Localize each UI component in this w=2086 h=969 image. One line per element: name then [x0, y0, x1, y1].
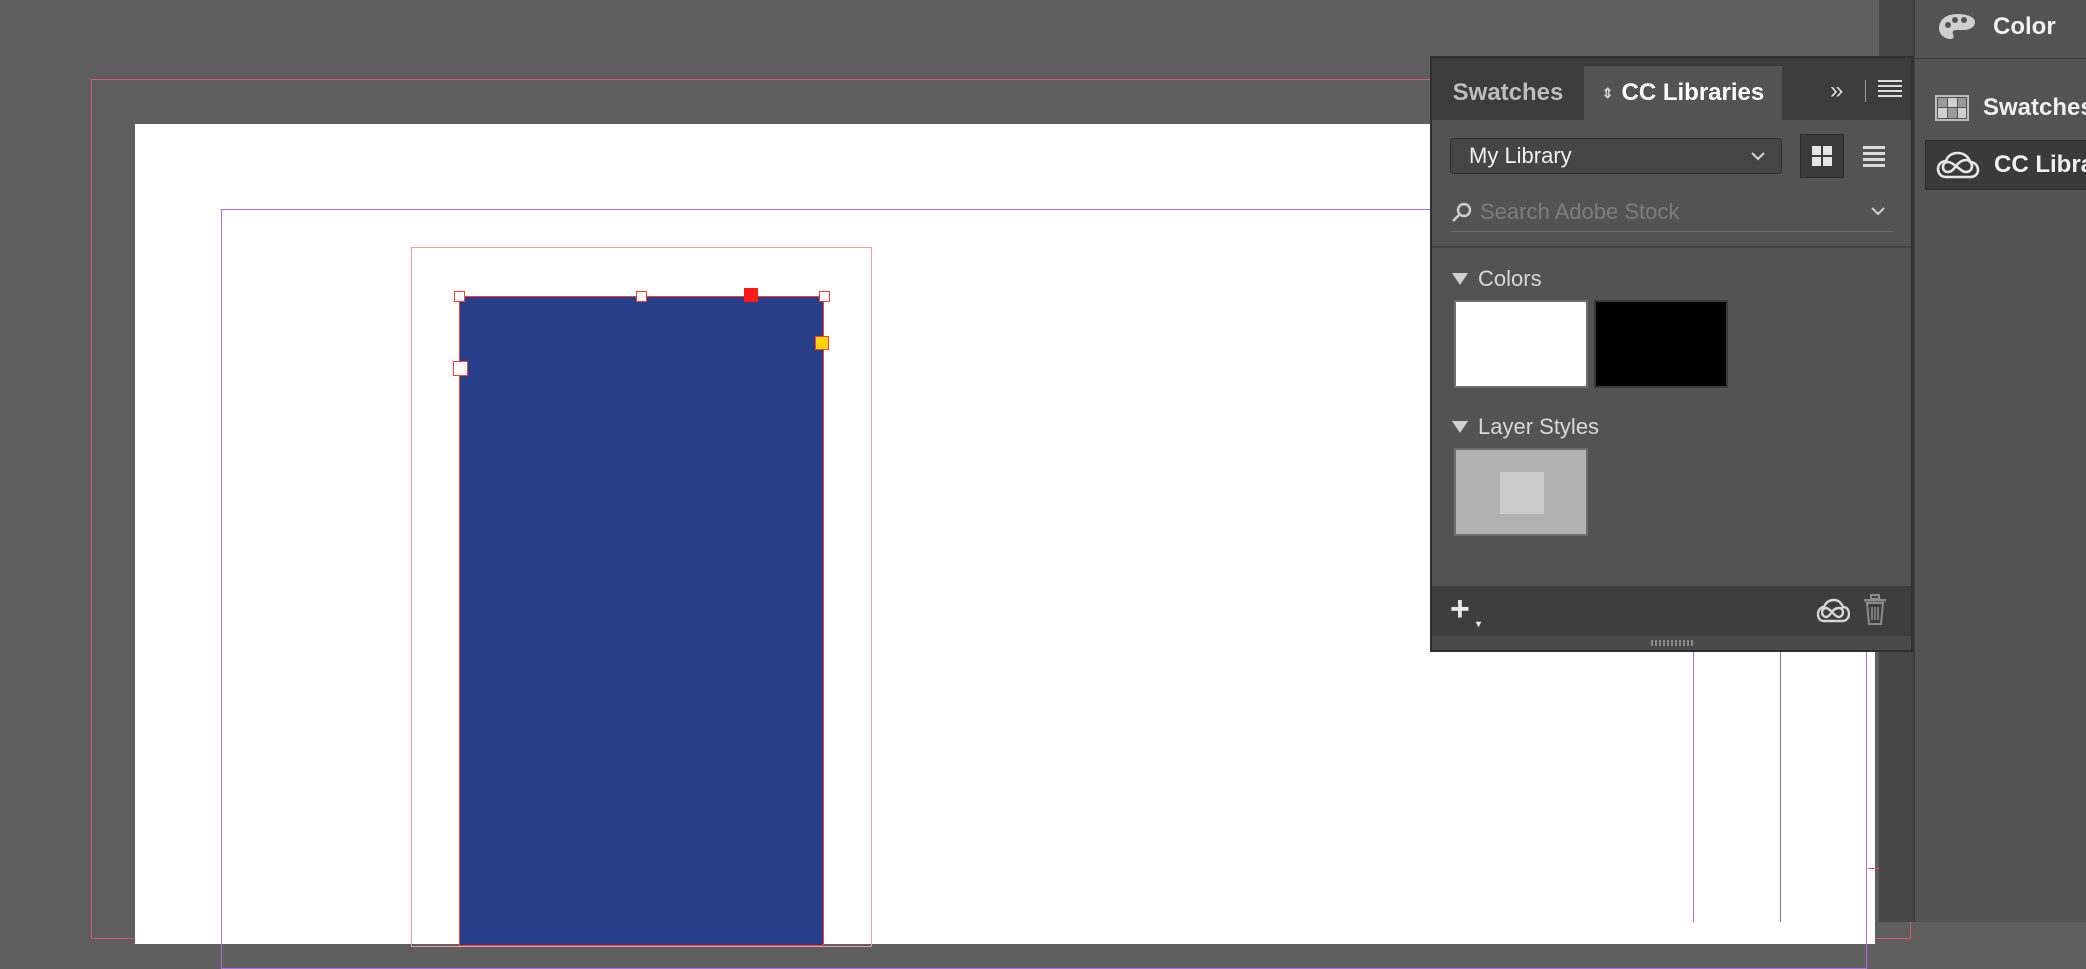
tab-swatches[interactable]: Swatches	[1432, 66, 1584, 120]
panel-dock: Color Swatches CC Libraries	[1913, 0, 2086, 922]
reference-point-handle[interactable]	[744, 288, 758, 302]
divider	[1432, 246, 1911, 248]
stock-search-row	[1450, 194, 1894, 232]
colors-section-header[interactable]: Colors	[1452, 264, 1542, 294]
library-dropdown-value: My Library	[1469, 143, 1572, 168]
dock-item-color[interactable]: Color	[1915, 3, 2086, 51]
disclosure-triangle-icon	[1452, 273, 1468, 285]
cc-libraries-panel: Swatches ⇕ CC Libraries » My Library Sea…	[1430, 56, 1913, 652]
handle-top-right[interactable]	[819, 291, 830, 302]
color-swatch-black[interactable]	[1594, 300, 1728, 388]
list-view-button[interactable]	[1852, 134, 1896, 178]
handle-top-center[interactable]	[636, 291, 647, 302]
selected-rectangle[interactable]	[459, 296, 824, 946]
grid-view-icon	[1812, 146, 1832, 166]
color-swatch-white[interactable]	[1454, 300, 1588, 388]
plus-icon: +	[1450, 590, 1470, 628]
search-input[interactable]	[1480, 194, 1850, 230]
section-title: Colors	[1478, 266, 1542, 291]
handle-middle-left[interactable]	[453, 361, 468, 376]
dock-item-swatches[interactable]: Swatches	[1915, 84, 2086, 132]
panel-body: My Library Search Adobe Stock Colors Lay…	[1432, 120, 1911, 586]
handle-top-left[interactable]	[454, 291, 465, 302]
library-dropdown[interactable]: My Library	[1450, 138, 1782, 174]
tab-reorder-icon: ⇕	[1601, 84, 1614, 101]
dock-item-cc-libraries[interactable]: CC Libraries	[1925, 140, 2086, 190]
chevron-down-icon[interactable]	[1868, 200, 1888, 227]
swatches-icon	[1935, 90, 1969, 126]
grid-view-button[interactable]	[1800, 134, 1844, 178]
panel-footer: + ▾	[1432, 586, 1911, 636]
layer-styles-section-header[interactable]: Layer Styles	[1452, 412, 1599, 442]
corner-options-handle[interactable]	[815, 336, 829, 350]
creative-cloud-icon	[1936, 147, 1980, 183]
panel-tab-bar: Swatches ⇕ CC Libraries »	[1432, 58, 1911, 120]
tab-label: Swatches	[1452, 79, 1564, 106]
chevron-down-icon	[1749, 145, 1767, 173]
dock-item-label: CC Libraries	[1994, 151, 2086, 178]
palette-icon	[1935, 9, 1979, 45]
section-title: Layer Styles	[1478, 414, 1600, 439]
divider	[1865, 80, 1866, 102]
disclosure-triangle-icon	[1452, 421, 1468, 433]
panel-menu-icon[interactable]	[1878, 80, 1902, 100]
column-guide	[1693, 640, 1694, 922]
search-icon	[1450, 200, 1474, 224]
creative-cloud-sync-icon[interactable]	[1816, 596, 1851, 626]
layer-style-thumbnail[interactable]	[1454, 448, 1588, 536]
dock-item-label: Swatches	[1983, 94, 2086, 121]
column-guide	[1866, 640, 1867, 922]
trash-icon[interactable]	[1862, 594, 1888, 626]
dock-item-label: Color	[1993, 13, 2056, 40]
list-view-icon	[1863, 146, 1885, 167]
panel-resize-grip[interactable]	[1432, 636, 1911, 650]
collapse-panel-icon[interactable]: »	[1830, 78, 1856, 104]
add-content-button[interactable]: + ▾	[1450, 592, 1484, 630]
layer-style-preview	[1500, 472, 1544, 514]
tab-cc-libraries[interactable]: ⇕ CC Libraries	[1584, 66, 1782, 120]
tab-label: CC Libraries	[1621, 79, 1765, 106]
column-guide	[1780, 640, 1781, 922]
